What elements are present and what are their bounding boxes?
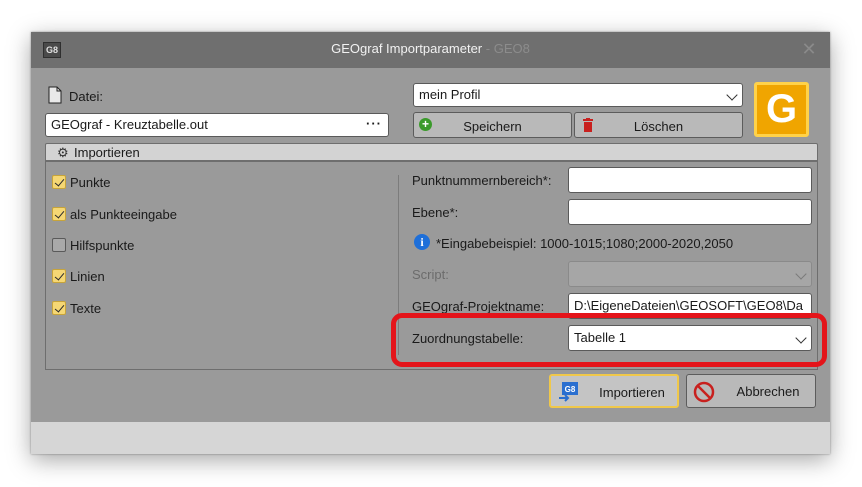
window-title: GEOgraf Importparameter - GEO8 — [31, 41, 830, 56]
gears-icon: ⚙ — [57, 145, 69, 160]
profile-value: mein Profil — [419, 87, 481, 102]
option-label: als Punkteeingabe — [70, 207, 177, 222]
option-point-input[interactable]: als Punkteeingabe — [52, 205, 352, 223]
layer-input[interactable] — [568, 199, 812, 225]
window-title-sub: - GEO8 — [485, 41, 530, 56]
option-label: Hilfspunkte — [70, 238, 135, 253]
import-label: Importieren — [599, 385, 665, 400]
option-label: Linien — [70, 269, 105, 284]
checkbox-texts[interactable] — [52, 301, 66, 315]
file-value: GEOgraf - Kreuztabelle.out — [51, 117, 208, 132]
input-hint: *Eingabebeispiel: 1000-1015;1080;2000-20… — [436, 236, 734, 251]
cancel-icon — [693, 381, 715, 403]
highlight-annotation — [391, 313, 827, 367]
project-label: GEOgraf-Projektname: — [412, 299, 545, 314]
browse-button[interactable]: ··· — [366, 114, 382, 135]
chevron-down-icon — [795, 268, 807, 280]
geograf-logo: G — [754, 82, 809, 137]
project-value: D:\EigeneDateien\GEOSOFT\GEO8\Da — [574, 298, 804, 313]
checkbox-lines[interactable] — [52, 269, 66, 283]
cancel-label: Abbrechen — [736, 384, 800, 399]
save-profile-button[interactable]: + Speichern — [413, 112, 572, 138]
delete-label: Löschen — [633, 119, 684, 134]
import-button[interactable]: G8 Importieren — [549, 374, 679, 408]
cancel-button[interactable]: Abbrechen — [686, 374, 816, 408]
import-icon: G8 — [558, 381, 578, 402]
option-points[interactable]: Punkte — [52, 173, 352, 191]
range-label: Punktnummernbereich*: — [412, 173, 552, 188]
option-label: Texte — [70, 301, 102, 316]
chevron-down-icon — [726, 89, 738, 101]
section-title: Importieren — [74, 145, 140, 160]
option-texts[interactable]: Texte — [52, 299, 352, 317]
option-lines[interactable]: Linien — [52, 267, 352, 285]
script-select — [568, 261, 812, 287]
import-dialog: G8 GEOgraf Importparameter - GEO8 ✕ Date… — [31, 32, 830, 454]
checkbox-point-input[interactable] — [52, 207, 66, 221]
status-bar — [31, 422, 830, 454]
checkbox-points[interactable] — [52, 175, 66, 189]
profile-select[interactable]: mein Profil — [413, 83, 743, 107]
save-label: Speichern — [463, 119, 522, 134]
close-icon[interactable]: ✕ — [798, 38, 820, 60]
checkbox-helper-points[interactable] — [52, 238, 66, 252]
option-helper-points[interactable]: Hilfspunkte — [52, 236, 352, 254]
range-input[interactable] — [568, 167, 812, 193]
script-label: Script: — [412, 267, 449, 282]
file-label: Datei: — [69, 89, 103, 104]
option-label: Punkte — [70, 175, 111, 190]
window-title-text: GEOgraf Importparameter — [331, 41, 483, 56]
file-icon — [48, 86, 62, 104]
svg-text:G8: G8 — [565, 385, 576, 394]
title-bar: G8 GEOgraf Importparameter - GEO8 ✕ — [31, 32, 830, 68]
file-field[interactable]: GEOgraf - Kreuztabelle.out ··· — [45, 113, 389, 137]
layer-label: Ebene*: — [412, 205, 459, 220]
delete-profile-button[interactable]: Löschen — [574, 112, 743, 138]
info-icon: i — [414, 234, 430, 250]
logo-letter: G — [765, 87, 798, 131]
